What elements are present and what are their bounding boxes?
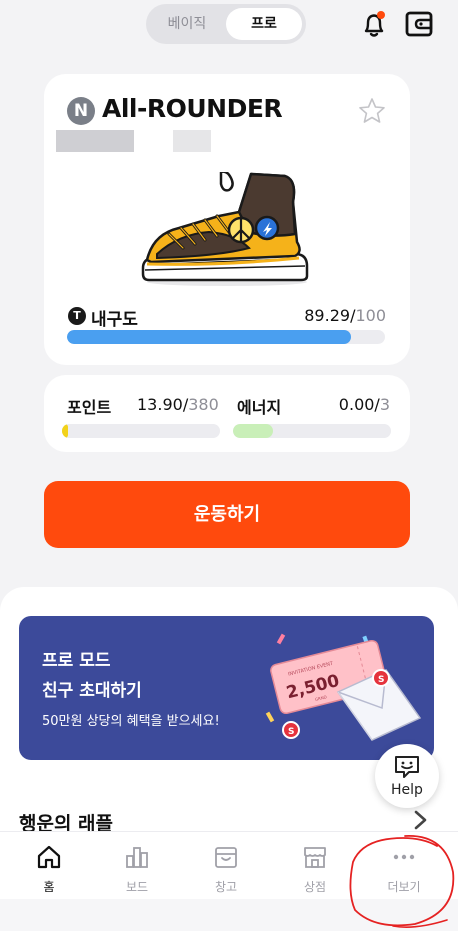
mode-basic-tab[interactable]: 베이직 xyxy=(150,8,224,40)
points-current: 13.90 xyxy=(137,395,183,414)
grade-badge: N xyxy=(67,97,95,125)
tab-board[interactable]: 보드 xyxy=(93,832,181,900)
sneaker-illustration xyxy=(141,172,309,286)
durability-value: 89.29/100 xyxy=(304,306,386,325)
help-button[interactable]: Help xyxy=(375,744,439,808)
top-bar: 베이직 프로 xyxy=(0,0,458,50)
home-icon xyxy=(37,845,61,869)
bell-icon xyxy=(364,11,385,37)
shoe-name: All-ROUNDER xyxy=(102,94,283,123)
points-bar-fill xyxy=(62,424,68,438)
invitation-ticket-illustration: INVITATION EVENT 2,500 GRND S S xyxy=(265,633,422,741)
energy-bar xyxy=(233,424,391,438)
mode-toggle[interactable]: 베이직 프로 xyxy=(146,4,306,44)
help-label: Help xyxy=(391,782,423,798)
shoe-card[interactable]: N All-ROUNDER T 내구도 89.29/100 xyxy=(44,74,410,365)
tab-board-label: 보드 xyxy=(125,880,149,894)
energy-bar-segment xyxy=(233,424,273,438)
tab-home-label: 홈 xyxy=(43,880,55,894)
points-value: 13.90/380 xyxy=(137,395,219,414)
durability-max: 100 xyxy=(355,306,386,325)
energy-value: 0.00/3 xyxy=(338,395,390,414)
stats-card: 포인트 13.90/380 에너지 0.00/3 xyxy=(44,375,410,452)
star-icon[interactable] xyxy=(357,96,387,126)
notification-button[interactable] xyxy=(356,6,392,42)
storage-box-icon xyxy=(215,847,237,868)
notification-dot xyxy=(377,11,385,19)
chevron-right-icon[interactable] xyxy=(410,809,430,831)
wallet-button[interactable] xyxy=(401,6,437,42)
mode-pro-tab[interactable]: 프로 xyxy=(226,8,302,40)
energy-max: 3 xyxy=(379,395,390,414)
banner-subtitle: 50만원 상당의 혜택을 받으세요! xyxy=(42,714,220,729)
durability-current: 89.29 xyxy=(304,306,351,325)
durability-label: 내구도 xyxy=(91,310,138,330)
redacted-block xyxy=(56,130,134,152)
durability-bar xyxy=(67,330,385,344)
start-workout-button[interactable]: 운동하기 xyxy=(44,481,410,548)
tab-storage-label: 창고 xyxy=(214,880,238,894)
durability-bar-fill xyxy=(67,330,351,344)
durability-icon: T xyxy=(68,307,86,325)
points-bar xyxy=(62,424,220,438)
store-icon xyxy=(304,847,326,868)
tab-storage[interactable]: 창고 xyxy=(182,832,270,900)
redacted-block xyxy=(173,130,211,152)
tab-home[interactable]: 홈 xyxy=(5,832,93,900)
chart-icon xyxy=(126,847,148,868)
energy-current: 0.00 xyxy=(338,395,375,414)
energy-label: 에너지 xyxy=(237,398,282,417)
wallet-icon xyxy=(405,11,433,37)
svg-text:S: S xyxy=(378,675,384,685)
svg-text:S: S xyxy=(288,727,294,737)
annotation-circle xyxy=(349,835,455,928)
chat-help-icon xyxy=(395,756,419,778)
invite-banner[interactable]: 프로 모드 친구 초대하기 50만원 상당의 혜택을 받으세요! INVITAT… xyxy=(19,616,434,760)
points-max: 380 xyxy=(188,395,219,414)
banner-title-2: 친구 초대하기 xyxy=(42,681,142,701)
banner-title-1: 프로 모드 xyxy=(42,651,111,671)
points-label: 포인트 xyxy=(67,398,112,417)
